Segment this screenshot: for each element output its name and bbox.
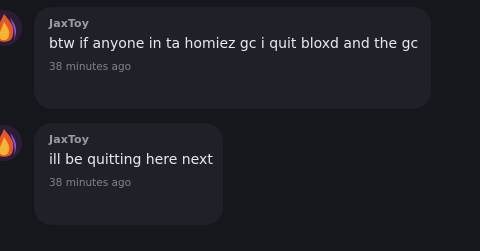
timestamp: 38 minutes ago xyxy=(49,61,132,73)
message-text: btw if anyone in ta homiez gc i quit blo… xyxy=(49,36,419,52)
timestamp: 38 minutes ago xyxy=(49,177,132,189)
message-bubble: JaxToy ill be quitting here next 38 minu… xyxy=(34,123,223,225)
username[interactable]: JaxToy xyxy=(49,17,89,30)
flame-avatar-icon xyxy=(0,125,22,161)
message-text: ill be quitting here next xyxy=(49,152,213,168)
username[interactable]: JaxToy xyxy=(49,133,89,146)
avatar[interactable] xyxy=(0,125,22,161)
flame-avatar-icon xyxy=(0,10,22,46)
avatar[interactable] xyxy=(0,10,22,46)
message-bubble: JaxToy btw if anyone in ta homiez gc i q… xyxy=(34,7,431,109)
